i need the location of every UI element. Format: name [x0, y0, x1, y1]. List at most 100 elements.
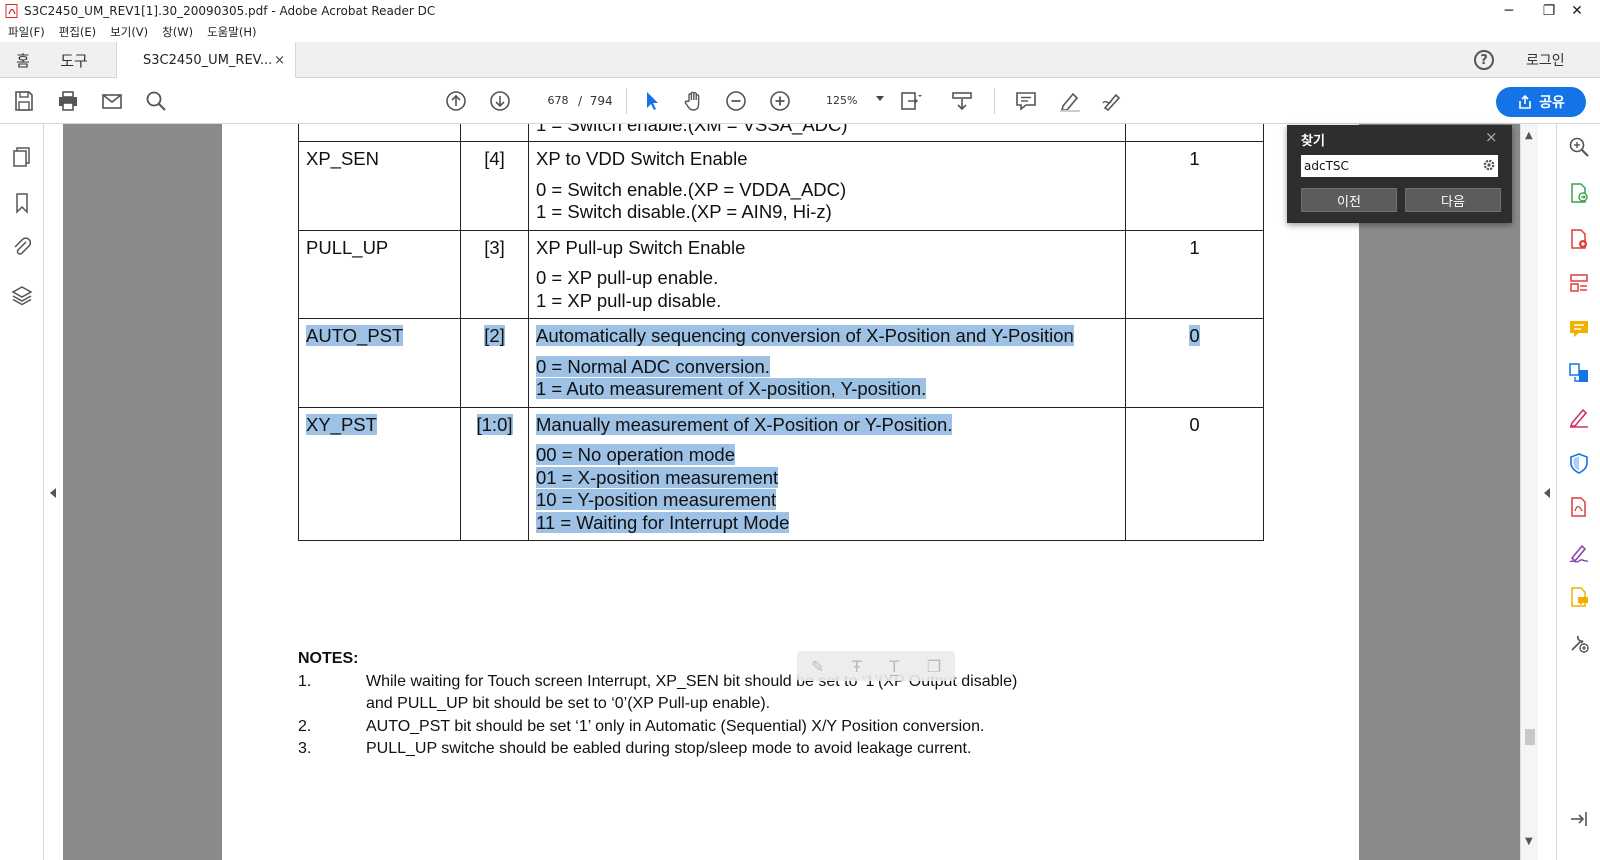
sign-icon[interactable]	[1098, 87, 1126, 115]
description-line[interactable]: 01 = X-position measurement	[536, 466, 779, 488]
export-pdf-icon[interactable]	[1568, 182, 1590, 204]
zoom-out-icon[interactable]	[722, 87, 750, 115]
fill-sign-icon[interactable]	[1568, 406, 1590, 428]
send-comment-icon[interactable]	[1568, 586, 1590, 608]
field-name-text: PULL_UP	[306, 236, 389, 258]
vertical-scrollbar[interactable]: ▲ ▼	[1520, 124, 1538, 860]
search-icon[interactable]	[142, 87, 170, 115]
more-tools-icon[interactable]	[1568, 632, 1590, 654]
scroll-mode-icon[interactable]	[948, 87, 976, 115]
description-line[interactable]: 11 = Waiting for Interrupt Mode	[536, 511, 790, 533]
page-thumbnails-icon[interactable]	[11, 146, 33, 168]
initial-value-text: 1	[1189, 236, 1200, 258]
table-row: 1 = Switch enable.(XM = VSSA_ADC)	[298, 124, 1264, 142]
cut-row-text: 1 = Switch enable.(XM = VSSA_ADC)	[536, 124, 848, 135]
pdf-page: 1 = Switch enable.(XM = VSSA_ADC) XP_SEN…	[222, 124, 1359, 860]
organize-pages-icon[interactable]	[1568, 272, 1590, 294]
underline-text-icon[interactable]: T̲	[889, 657, 899, 676]
note-line: While waiting for Touch screen Interrupt…	[366, 672, 1018, 690]
find-next-button[interactable]: 다음	[1405, 188, 1501, 212]
description-heading[interactable]: Automatically sequencing conversion of X…	[536, 325, 1074, 346]
combine-files-icon[interactable]	[1568, 362, 1590, 384]
menu-help[interactable]: 도움말(H)	[207, 24, 256, 40]
zoom-dropdown-icon[interactable]	[876, 96, 884, 101]
menu-view[interactable]: 보기(V)	[110, 24, 148, 40]
share-button[interactable]: 공유	[1496, 87, 1586, 117]
page-number-input[interactable]: 678	[540, 90, 576, 112]
field-description: XP Pull-up Switch Enable 0 = XP pull-up …	[528, 229, 1126, 319]
table-cell	[460, 124, 529, 142]
hand-tool-icon[interactable]	[680, 87, 708, 115]
tab-close-icon[interactable]: ×	[274, 53, 285, 68]
collapse-tools-icon[interactable]	[1568, 808, 1590, 830]
menu-edit[interactable]: 편집(E)	[59, 24, 96, 40]
select-cursor-icon[interactable]	[638, 87, 666, 115]
bookmark-icon[interactable]	[11, 192, 33, 214]
find-previous-button[interactable]: 이전	[1301, 188, 1397, 212]
description-line[interactable]: 1 = Auto measurement of X-position, Y-po…	[536, 378, 927, 399]
note-item: 1. While waiting for Touch screen Interr…	[298, 671, 1086, 716]
field-bits: [4]	[460, 141, 529, 231]
zoom-level[interactable]: 125%	[826, 90, 857, 112]
table-row: PULL_UP [3] XP Pull-up Switch Enable 0 =…	[298, 229, 1264, 319]
field-description: XP to VDD Switch Enable 0 = Switch enabl…	[528, 141, 1126, 231]
menu-file[interactable]: 파일(F)	[8, 24, 45, 40]
save-icon[interactable]	[10, 87, 38, 115]
scroll-up-icon[interactable]: ▲	[1525, 130, 1533, 141]
find-input[interactable]: adcTSC	[1301, 155, 1498, 177]
highlight-text-icon[interactable]: ✎	[811, 657, 824, 676]
create-pdf-icon[interactable]	[1568, 228, 1590, 250]
zoom-search-icon[interactable]	[1568, 136, 1590, 158]
next-page-icon[interactable]	[486, 87, 514, 115]
selection-mini-toolbar: ✎ Ŧ T̲ ❐	[797, 651, 955, 681]
description-line[interactable]: 10 = Y-position measurement	[536, 489, 777, 510]
field-name: AUTO_PST	[298, 318, 461, 408]
acrobat-pdf-icon[interactable]	[1568, 496, 1590, 518]
toolbar-divider	[994, 88, 995, 114]
gear-icon[interactable]	[1482, 158, 1496, 172]
tab-document[interactable]: S3C2450_UM_REV... ×	[116, 42, 296, 79]
print-icon[interactable]	[54, 87, 82, 115]
tab-home[interactable]: 홈	[8, 42, 38, 78]
field-name-text: XP_SEN	[306, 148, 380, 169]
highlight-pen-icon[interactable]	[1056, 87, 1084, 115]
strikethrough-icon[interactable]: Ŧ	[852, 657, 862, 676]
menu-window[interactable]: 창(W)	[162, 24, 193, 40]
send-for-signature-icon[interactable]	[1568, 542, 1590, 564]
comment-tool-icon[interactable]	[1568, 318, 1590, 340]
table-cell	[298, 124, 461, 142]
find-close-icon[interactable]: ×	[1485, 128, 1498, 146]
login-link[interactable]: 로그인	[1526, 50, 1565, 70]
field-name-text[interactable]: XY_PST	[306, 413, 377, 435]
title-bar: S3C2450_UM_REV1[1].30_20090305.pdf - Ado…	[0, 0, 1600, 22]
field-bits: [3]	[460, 229, 529, 319]
field-name-text[interactable]: AUTO_PST	[306, 325, 404, 346]
field-initial-value: 1	[1125, 141, 1264, 231]
layers-icon[interactable]	[11, 284, 33, 306]
find-panel: 찾기 × adcTSC 이전 다음	[1287, 125, 1512, 223]
protect-shield-icon[interactable]	[1568, 452, 1590, 474]
close-window-button[interactable]: ✕	[1554, 0, 1600, 22]
copy-icon[interactable]: ❐	[927, 657, 941, 676]
email-icon[interactable]	[98, 87, 126, 115]
tab-tools[interactable]: 도구	[54, 42, 94, 78]
zoom-in-icon[interactable]	[766, 87, 794, 115]
description-line[interactable]: 0 = Normal ADC conversion.	[536, 355, 770, 377]
register-table: 1 = Switch enable.(XM = VSSA_ADC) XP_SEN…	[298, 124, 1264, 541]
collapse-left-panel-icon[interactable]	[50, 488, 56, 498]
description-heading: XP Pull-up Switch Enable	[536, 236, 746, 258]
initial-value-text[interactable]: 0	[1189, 325, 1200, 346]
fit-page-icon[interactable]	[896, 87, 924, 115]
field-bits-text[interactable]: [2]	[484, 325, 505, 346]
scroll-thumb[interactable]	[1525, 729, 1535, 745]
field-bits-text[interactable]: [1:0]	[476, 413, 513, 435]
comment-icon[interactable]	[1012, 87, 1040, 115]
attachment-icon[interactable]	[11, 236, 33, 258]
note-text: AUTO_PST bit should be set ‘1’ only in A…	[366, 716, 1086, 739]
description-line[interactable]: 00 = No operation mode	[536, 444, 736, 465]
previous-page-icon[interactable]	[442, 87, 470, 115]
collapse-right-panel-icon[interactable]	[1544, 488, 1550, 498]
scroll-down-icon[interactable]: ▼	[1525, 836, 1533, 847]
description-heading[interactable]: Manually measurement of X-Position or Y-…	[536, 413, 953, 435]
help-icon[interactable]: ?	[1474, 50, 1494, 70]
